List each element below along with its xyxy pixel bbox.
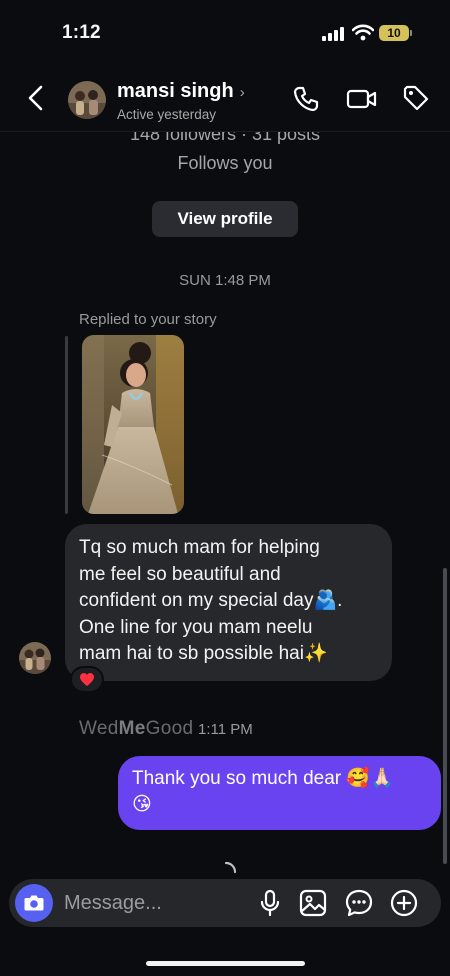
microphone-icon[interactable] — [255, 888, 285, 918]
home-indicator[interactable] — [146, 961, 305, 966]
message-line: One line for you mam neelu — [79, 616, 313, 638]
view-profile-button[interactable]: View profile — [152, 201, 298, 237]
watermark: WedMeGood — [79, 718, 194, 739]
avatar[interactable] — [68, 81, 106, 119]
scrollbar[interactable] — [443, 568, 447, 864]
signal-icon — [322, 27, 344, 41]
message-composer — [9, 879, 441, 927]
camera-button[interactable] — [15, 884, 53, 922]
replied-to-story-label: Replied to your story — [79, 311, 217, 328]
tag-icon[interactable] — [401, 84, 431, 114]
message-line: mam hai to sb possible hai✨ — [79, 643, 328, 664]
contact-name: mansi singh — [117, 80, 234, 102]
sender-avatar[interactable] — [19, 642, 51, 674]
chevron-right-icon: › — [239, 84, 245, 101]
status-time: 1:12 — [62, 22, 101, 43]
incoming-message-bubble[interactable]: Tq so much mam for helping me feel so be… — [65, 524, 392, 681]
message-input[interactable] — [64, 886, 244, 920]
message-line: me feel so beautiful and — [79, 563, 281, 585]
battery-tip — [410, 30, 412, 36]
reply-indicator-line — [65, 336, 68, 514]
phone-icon[interactable] — [291, 84, 321, 114]
message-line: Thank you so much dear 🥰🙏🏻 — [132, 768, 394, 789]
follows-you-label: Follows you — [177, 153, 273, 173]
active-status: Active yesterday — [117, 107, 217, 122]
message-line: Tq so much mam for helping — [79, 537, 320, 558]
outgoing-timestamp: 1:11 PM — [198, 721, 253, 738]
wifi-icon — [352, 24, 374, 41]
reaction-heart[interactable] — [70, 666, 104, 693]
chat-header: mansi singh › Active yesterday — [0, 64, 450, 132]
back-icon[interactable] — [24, 84, 48, 112]
battery-icon: 10 — [379, 25, 409, 41]
outgoing-message-bubble[interactable]: Thank you so much dear 🥰🙏🏻 😘 — [118, 756, 441, 830]
status-bar: 1:12 10 — [0, 0, 450, 64]
camera-icon — [24, 895, 44, 911]
video-call-icon[interactable] — [346, 84, 378, 114]
sticker-icon[interactable] — [344, 888, 374, 918]
gallery-icon[interactable] — [298, 888, 328, 918]
heart-icon — [80, 673, 94, 686]
message-line: confident on my special day🫂. — [79, 590, 343, 611]
plus-icon[interactable] — [389, 888, 419, 918]
message-timestamp: SUN 1:48 PM — [179, 272, 271, 289]
message-line: 😘 — [132, 794, 152, 815]
story-thumbnail[interactable] — [82, 335, 184, 514]
contact-name-link[interactable]: mansi singh › — [117, 80, 245, 103]
